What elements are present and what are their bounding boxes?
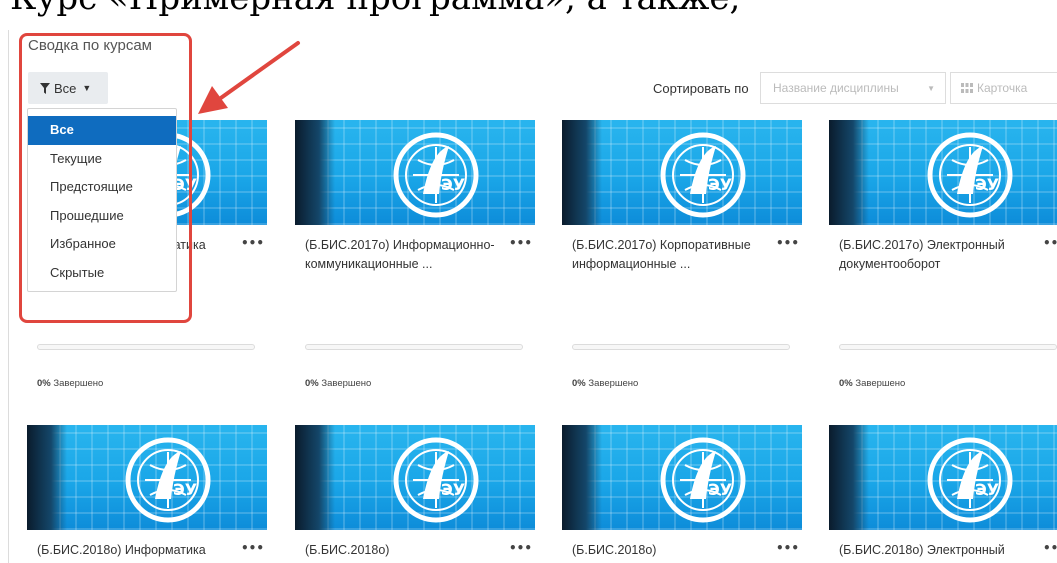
university-logo-icon: ЭУ (125, 437, 211, 523)
filter-option-upcoming[interactable]: Предстоящие (28, 173, 176, 202)
filter-selected-label: Все (54, 80, 77, 96)
university-logo-icon: ЭУ (393, 437, 479, 523)
course-image[interactable]: ЭУ (295, 425, 535, 530)
caret-down-icon: ▼ (927, 83, 935, 93)
more-horizontal-icon[interactable]: ••• (509, 541, 532, 555)
course-image[interactable]: ЭУ (562, 425, 802, 530)
university-logo-icon: ЭУ (393, 132, 479, 218)
progress-suffix: Завершено (588, 378, 639, 389)
progress-bar (839, 344, 1057, 350)
more-horizontal-icon[interactable]: ••• (1043, 541, 1057, 555)
svg-text:ЭУ: ЭУ (708, 175, 732, 194)
filter-option-current[interactable]: Текущие (28, 145, 176, 174)
block-left-border (8, 30, 9, 563)
progress-text: 0% Завершено (37, 378, 103, 389)
svg-text:ЭУ: ЭУ (975, 480, 999, 499)
svg-text:ЭУ: ЭУ (441, 175, 465, 194)
progress-text: 0% Завершено (572, 378, 638, 389)
more-horizontal-icon[interactable]: ••• (776, 541, 799, 555)
course-image[interactable]: ЭУ (829, 120, 1057, 225)
caret-down-icon: ▼ (82, 83, 92, 93)
course-title[interactable]: (Б.БИС.2018о) Электронный (839, 541, 1029, 560)
progress-bar (305, 344, 523, 350)
university-logo-icon: ЭУ (927, 132, 1013, 218)
university-logo-icon: ЭУ (660, 132, 746, 218)
card-grid-icon (961, 83, 973, 93)
filter-dropdown-button[interactable]: Все ▼ (28, 72, 108, 104)
progress-percent: 0% (305, 378, 319, 389)
course-title[interactable]: (Б.БИС.2017о) Корпоративные информационн… (572, 236, 762, 274)
more-horizontal-icon[interactable]: ••• (241, 236, 264, 250)
progress-percent: 0% (839, 378, 853, 389)
progress-suffix: Завершено (855, 378, 906, 389)
annotation-arrow-icon (198, 41, 300, 114)
university-logo-icon: ЭУ (927, 437, 1013, 523)
block-title: Сводка по курсам (28, 37, 152, 54)
progress-text: 0% Завершено (839, 378, 905, 389)
progress-percent: 0% (37, 378, 51, 389)
university-logo-icon: ЭУ (660, 437, 746, 523)
more-horizontal-icon[interactable]: ••• (241, 541, 264, 555)
page-top-caption: Курс «Примерная программа», а также, (0, 0, 1057, 32)
svg-text:ЭУ: ЭУ (708, 480, 732, 499)
course-title[interactable]: (Б.БИС.2017о) Электронный документооборо… (839, 236, 1029, 274)
view-mode-select[interactable]: Карточка (950, 72, 1057, 104)
svg-text:ЭУ: ЭУ (173, 480, 197, 499)
course-title[interactable]: (Б.БИС.2018о) (572, 541, 762, 560)
filter-option-hidden[interactable]: Скрытые (28, 259, 176, 288)
filter-icon (40, 82, 50, 94)
course-title[interactable]: (Б.БИС.2017о) Информационно-коммуникацио… (305, 236, 495, 274)
filter-dropdown-menu: Все Текущие Предстоящие Прошедшие Избран… (27, 108, 177, 292)
course-image[interactable]: ЭУ (829, 425, 1057, 530)
filter-option-past[interactable]: Прошедшие (28, 202, 176, 231)
sort-selected-value: Название дисциплины (773, 81, 899, 95)
progress-suffix: Завершено (53, 378, 104, 389)
progress-suffix: Завершено (321, 378, 372, 389)
top-caption-text: Курс «Примерная программа», а также, (10, 0, 740, 18)
course-image[interactable]: ЭУ (295, 120, 535, 225)
more-horizontal-icon[interactable]: ••• (509, 236, 532, 250)
progress-bar (572, 344, 790, 350)
progress-bar (37, 344, 255, 350)
svg-text:ЭУ: ЭУ (441, 480, 465, 499)
course-image[interactable]: ЭУ (562, 120, 802, 225)
course-image[interactable]: ЭУ (27, 425, 267, 530)
course-title[interactable]: (Б.БИС.2018о) Информатика (37, 541, 227, 560)
course-title[interactable]: (Б.БИС.2018о) (305, 541, 495, 560)
svg-text:ЭУ: ЭУ (975, 175, 999, 194)
progress-percent: 0% (572, 378, 586, 389)
more-horizontal-icon[interactable]: ••• (776, 236, 799, 250)
filter-option-all[interactable]: Все (28, 116, 176, 145)
progress-text: 0% Завершено (305, 378, 371, 389)
sort-label: Сортировать по (653, 81, 749, 96)
filter-option-starred[interactable]: Избранное (28, 230, 176, 259)
sort-select[interactable]: Название дисциплины ▼ (760, 72, 946, 104)
more-horizontal-icon[interactable]: ••• (1043, 236, 1057, 250)
view-selected-value: Карточка (977, 81, 1028, 95)
